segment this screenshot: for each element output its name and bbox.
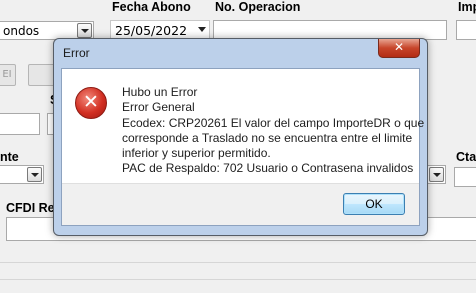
left-input-row3[interactable] [0, 113, 40, 135]
message-line: PAC de Respaldo: 702 Usuario o Contrasen… [122, 161, 414, 176]
cta-input[interactable] [454, 167, 476, 187]
divider-2 [0, 279, 476, 280]
chevron-down-icon[interactable] [27, 167, 42, 182]
close-icon: ✕ [393, 40, 405, 54]
fecha-abono-picker[interactable]: 25/05/2022 [110, 20, 210, 40]
message-line: inferior y superior permitido. [122, 146, 271, 161]
message-line: Hubo un Error [122, 85, 198, 99]
message-line: Ecodex: CRP20261 El valor del campo Impo… [122, 115, 425, 130]
close-button[interactable]: ✕ [378, 39, 420, 58]
payment-form-combo-value: ondos [3, 24, 40, 38]
dialog-title: Error [63, 46, 90, 60]
no-operacion-label: No. Operacion [215, 0, 301, 14]
chevron-down-icon[interactable] [429, 167, 444, 182]
chevron-down-icon[interactable] [198, 27, 206, 32]
fecha-abono-label: Fecha Abono [112, 0, 191, 14]
error-icon: ✕ [75, 87, 107, 119]
dialog-footer: OK [62, 183, 419, 225]
ok-button[interactable]: OK [343, 193, 405, 215]
error-message: Hubo un Error Error General Ecodex: CRP2… [122, 85, 425, 177]
error-dialog: Error ✕ ✕ Hubo un Error Error General Ec… [53, 38, 428, 236]
message-line: corresponde a Traslado no se encuentra e… [122, 130, 413, 145]
disabled-button-label: EI [2, 69, 12, 80]
importe-input[interactable] [456, 20, 476, 40]
fecha-abono-value: 25/05/2022 [115, 23, 188, 38]
message-line: Error General [122, 100, 195, 115]
dialog-body: ✕ Hubo un Error Error General Ecodex: CR… [61, 68, 425, 226]
cfdi-relacionado-label: CFDI Re [6, 201, 55, 215]
disabled-button[interactable]: EI [0, 64, 16, 86]
importe-label: Imp [458, 0, 476, 14]
nte-label: nte [0, 150, 19, 164]
cta-label: Cta [456, 150, 476, 164]
no-operacion-input[interactable] [213, 20, 447, 40]
divider [0, 262, 476, 263]
chevron-down-icon[interactable] [77, 23, 92, 38]
nte-combo[interactable] [0, 165, 44, 184]
